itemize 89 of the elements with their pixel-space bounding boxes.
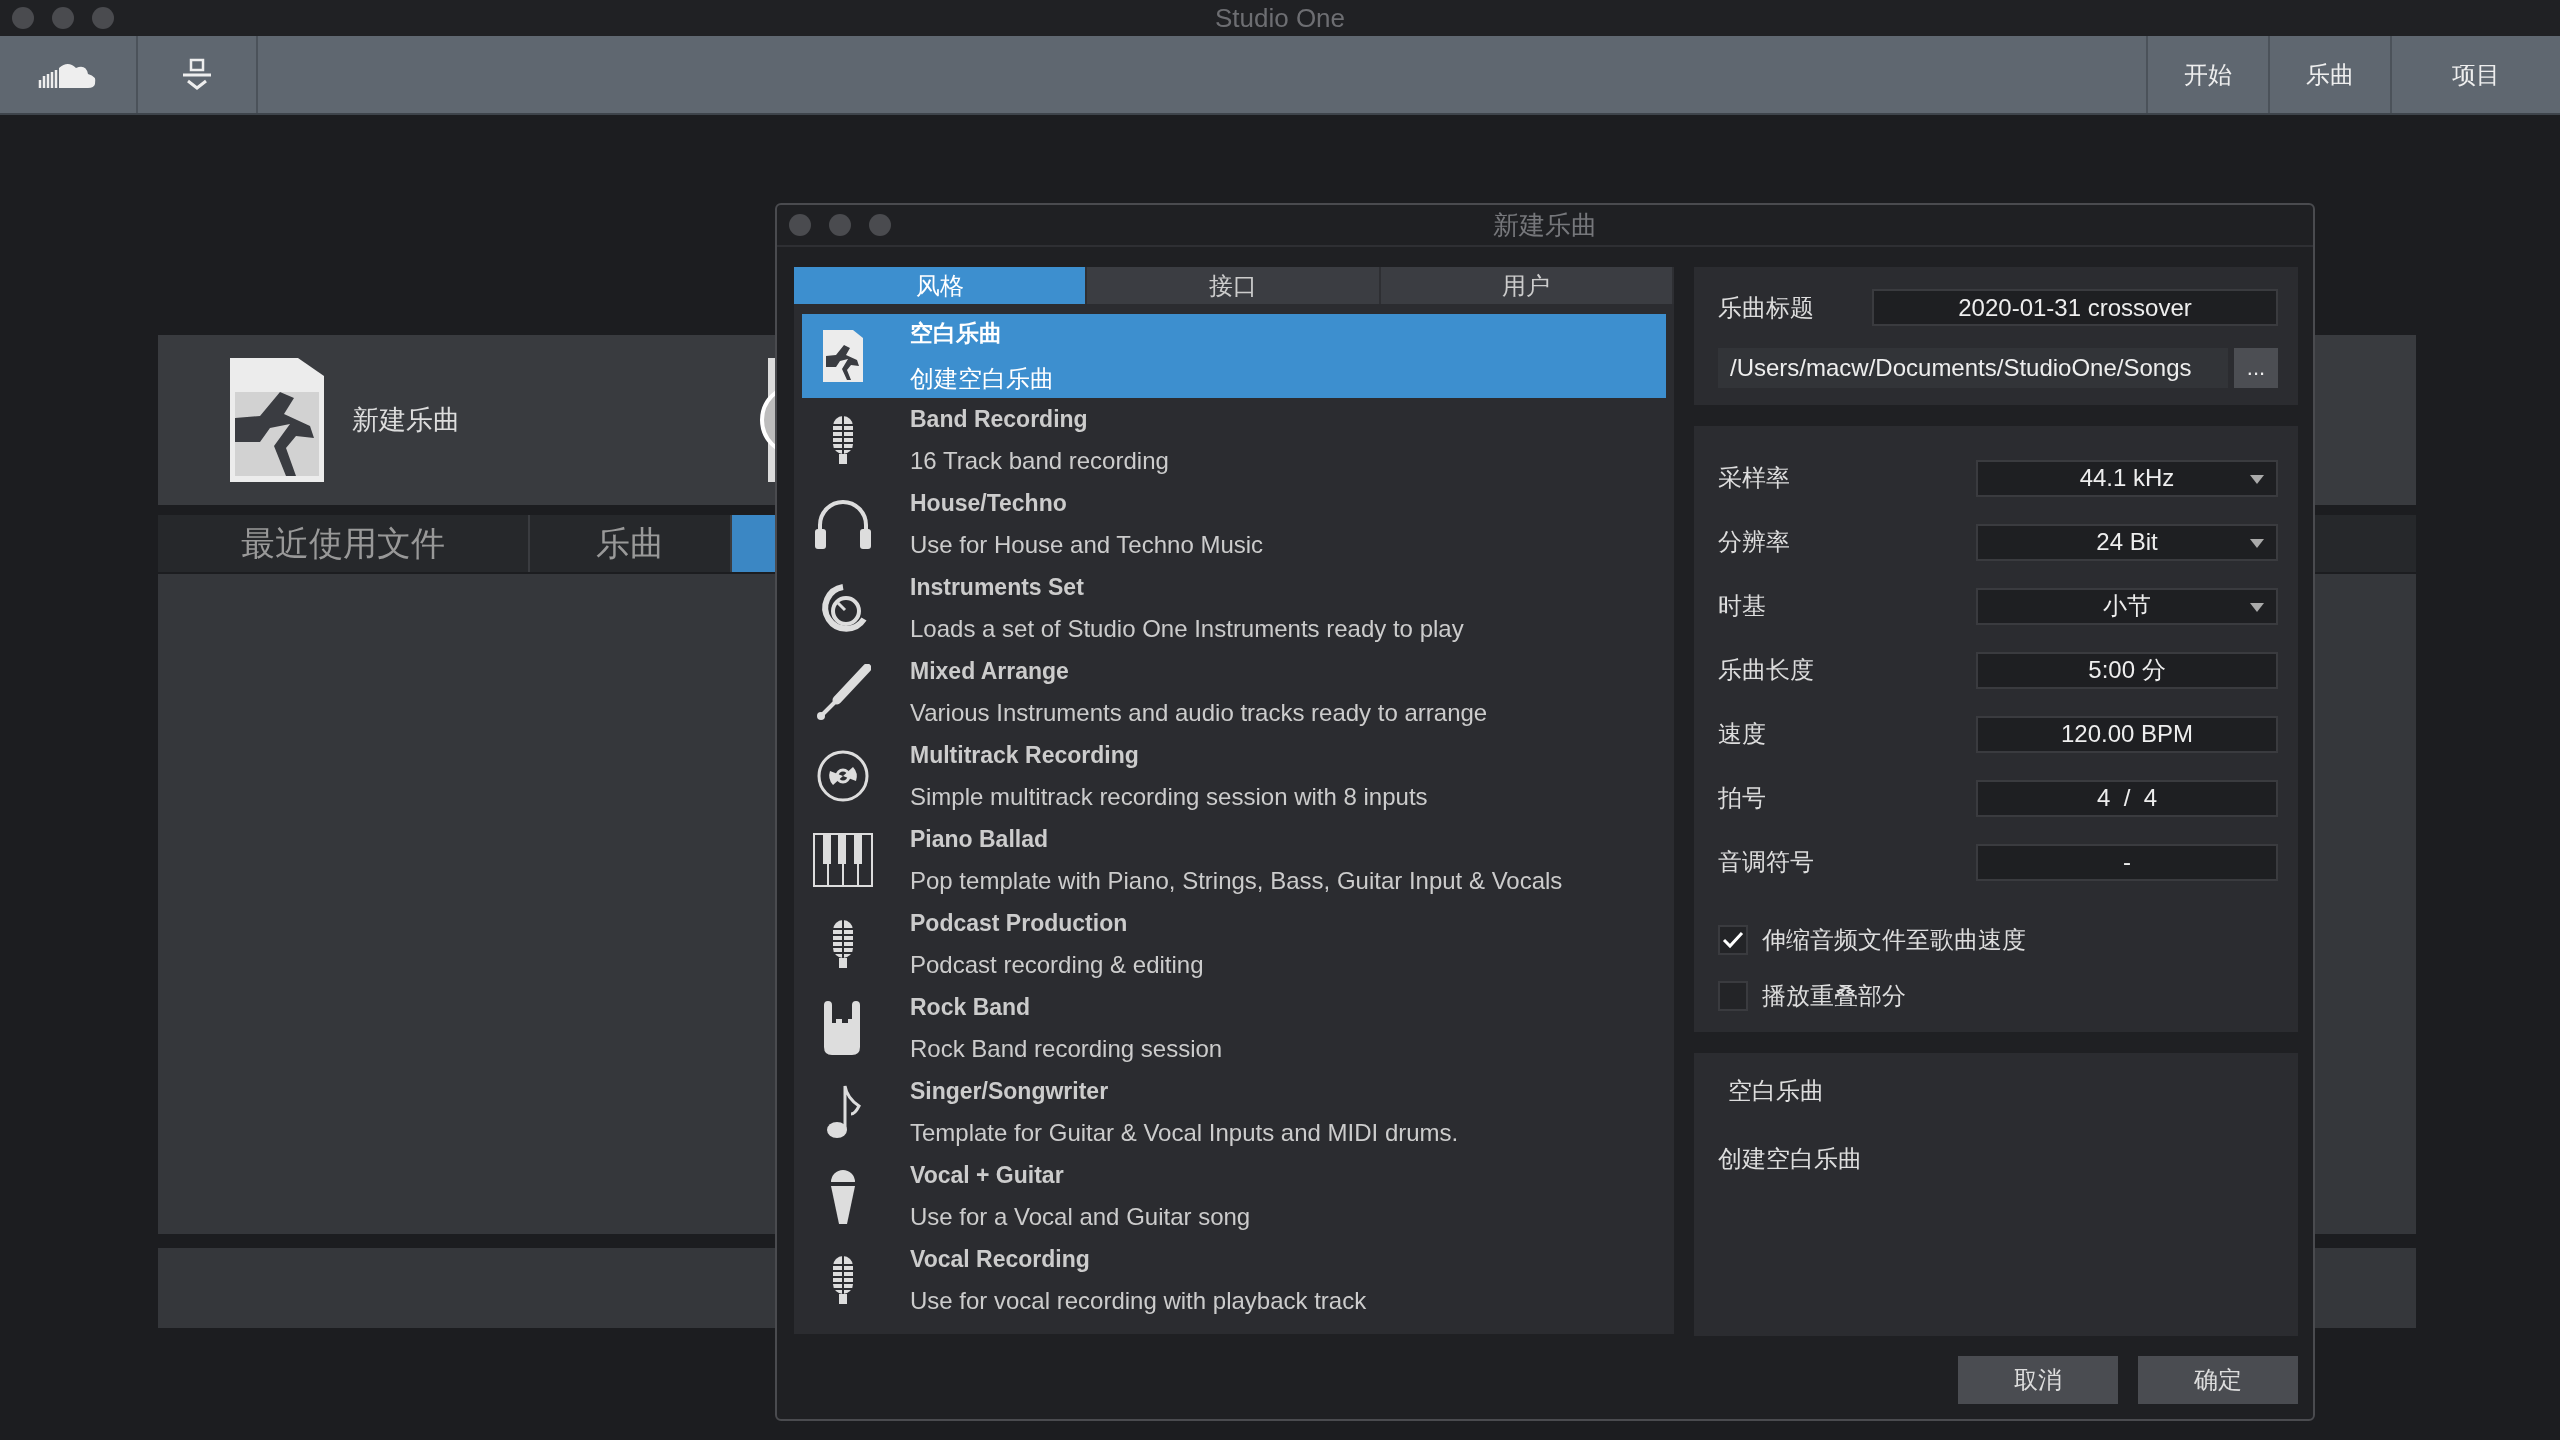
folder-path-field[interactable]: /Users/macw/Documents/StudioOne/Songs (1718, 348, 2228, 388)
template-description: Template for Guitar & Vocal Inputs and MIDI drums. (910, 1118, 1459, 1147)
template-title: Mixed Arrange (910, 657, 1070, 685)
template-title: Vocal + Guitar (910, 1161, 1065, 1189)
template-description: Rock Band recording session (910, 1034, 1223, 1063)
song-title-field[interactable]: 2020-01-31 crossover (1872, 289, 2278, 326)
minimize-button[interactable] (52, 7, 74, 29)
template-item[interactable]: Instruments Set Loads a set of Studio One Instruments ready to play (802, 566, 1666, 650)
zoom-button[interactable] (92, 7, 114, 29)
dropdown[interactable]: 44.1 kHz (1976, 459, 2278, 497)
template-title: House/Techno (910, 489, 1068, 517)
template-item[interactable]: Vocal + Guitar Use for a Vocal and Guitar song (802, 1154, 1666, 1238)
dialog-button[interactable]: 取消 (1958, 1356, 2118, 1404)
category-tab[interactable]: 用户 (1380, 267, 1674, 304)
template-item[interactable]: House/Techno Use for House and Techno Music (802, 482, 1666, 566)
window-title: Studio One (1214, 2, 1346, 34)
template-description: Simple multitrack recording session with 8 inputs (910, 782, 1428, 811)
template-item[interactable]: Mixed Arrange Various Instruments and audio tracks ready to arrange (802, 650, 1666, 734)
song-document-icon (823, 330, 863, 382)
template-title: Band Recording (910, 405, 1089, 433)
checkbox-label: 伸缩音频文件至歌曲速度 (1762, 925, 2026, 955)
dialog-button[interactable]: 确定 (2138, 1356, 2298, 1404)
template-title: Instruments Set (910, 573, 1085, 601)
template-title: 空白乐曲 (910, 318, 1003, 348)
template-item[interactable]: Piano Ballad Pop template with Piano, Strings, Bass, Guitar Input & Vocals (802, 818, 1666, 902)
template-item[interactable]: Band Recording 16 Track band recording (802, 398, 1666, 482)
dialog-title: 新建乐曲 (1493, 208, 1597, 242)
dropdown[interactable]: 24 Bit (1976, 523, 2278, 561)
checkbox[interactable] (1718, 925, 1748, 955)
stand-icon (180, 57, 214, 92)
template-item[interactable]: Multitrack Recording Simple multitrack recording session with 8 inputs (802, 734, 1666, 818)
caret-icon (2250, 538, 2264, 548)
template-description: Use for a Vocal and Guitar song (910, 1202, 1251, 1231)
caret-icon (2250, 602, 2264, 612)
close-button[interactable] (789, 214, 811, 236)
template-description: Pop template with Piano, Strings, Bass, Guitar Input & Vocals (910, 866, 1563, 895)
setting-label: 采样率 (1718, 463, 1790, 493)
setting-label: 时基 (1718, 591, 1766, 621)
new-song-label[interactable]: 新建乐曲 (352, 402, 460, 438)
setting-label: 拍号 (1718, 783, 1766, 813)
template-description: 16 Track band recording (910, 446, 1169, 475)
zoom-button[interactable] (869, 214, 891, 236)
template-description: Use for vocal recording with playback track (910, 1286, 1367, 1315)
caret-icon (2250, 474, 2264, 484)
checkmark-icon (1722, 931, 1744, 949)
template-description: 创建空白乐曲 (910, 363, 1054, 394)
song-document-icon[interactable] (230, 358, 324, 482)
nav-tab[interactable]: 项目 (2390, 36, 2560, 113)
dropdown[interactable]: 小节 (1976, 587, 2278, 625)
music-note-icon (825, 1084, 861, 1140)
minimize-button[interactable] (829, 214, 851, 236)
template-description: Use for House and Techno Music (910, 530, 1264, 559)
template-item[interactable]: Singer/Songwriter Template for Guitar & Vocal Inputs and MIDI drums. (802, 1070, 1666, 1154)
disc-icon (816, 749, 870, 803)
template-title: Multitrack Recording (910, 741, 1140, 769)
category-tab[interactable]: 接口 (1087, 267, 1381, 304)
setting-label: 分辨率 (1718, 527, 1790, 557)
input-field[interactable]: - (1976, 843, 2278, 881)
input-field[interactable]: 5:00 分 (1976, 651, 2278, 689)
setting-label: 音调符号 (1718, 847, 1814, 877)
template-name: 空白乐曲 (1727, 1076, 1825, 1106)
nav-tab[interactable]: 开始 (2146, 36, 2268, 113)
setting-label: 速度 (1718, 719, 1766, 749)
template-title: Piano Ballad (910, 825, 1050, 853)
template-description: Podcast recording & editing (910, 950, 1204, 979)
headphones-icon (814, 499, 872, 549)
piano-keys-icon (813, 833, 873, 887)
field-label: 乐曲标题 (1718, 292, 1814, 323)
input-field[interactable]: 120.00 BPM (1976, 715, 2278, 753)
checkbox[interactable] (1718, 981, 1748, 1011)
page-tab[interactable]: 最近使用文件 (158, 515, 530, 572)
handheld-microphone-icon (830, 1168, 856, 1224)
template-description: Loads a set of Studio One Instruments ready to play (910, 614, 1464, 643)
nav-tab[interactable]: 乐曲 (2268, 36, 2390, 113)
cable-plug-icon (815, 664, 871, 720)
template-description: Various Instruments and audio tracks ready to arrange (910, 698, 1488, 727)
template-summary: 创建空白乐曲 (1718, 1144, 1863, 1174)
template-title: Rock Band (910, 993, 1032, 1021)
setting-label: 乐曲长度 (1718, 655, 1814, 685)
template-item[interactable]: Podcast Production Podcast recording & editing (802, 902, 1666, 986)
template-title: Vocal Recording (910, 1245, 1091, 1273)
template-item[interactable]: Vocal Recording Use for vocal recording with playback track (802, 1238, 1666, 1322)
checkbox-label: 播放重叠部分 (1762, 981, 1906, 1011)
browse-button[interactable]: ... (2234, 348, 2278, 388)
close-button[interactable] (12, 7, 34, 29)
template-title: Podcast Production (910, 909, 1129, 937)
input-field[interactable]: 4 / 4 (1976, 779, 2278, 817)
template-title: Singer/Songwriter (910, 1077, 1110, 1105)
template-item[interactable]: Rock Band Rock Band recording session (802, 986, 1666, 1070)
